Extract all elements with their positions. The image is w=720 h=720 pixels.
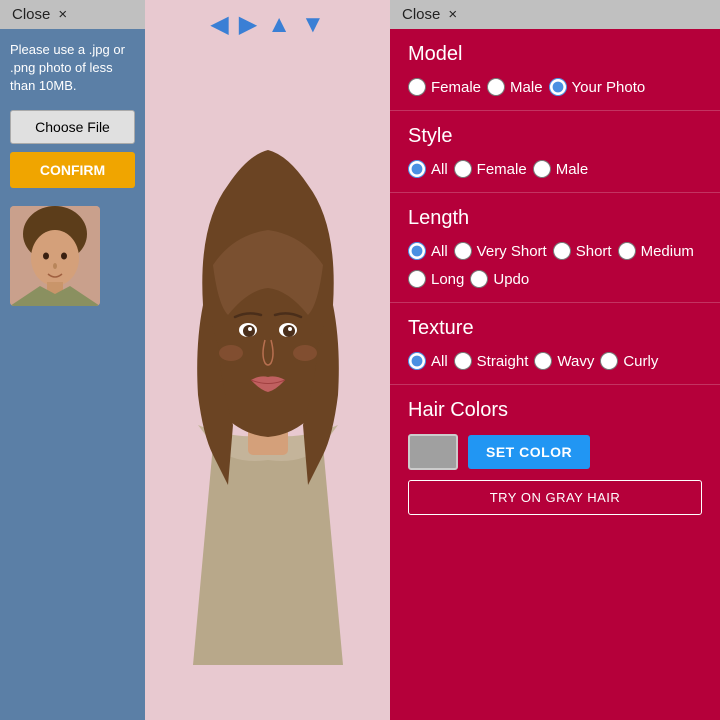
arrow-left-button[interactable]: ◀ [210, 10, 228, 39]
length-all-radio[interactable] [408, 242, 426, 260]
texture-radio-group: All Straight Wavy Curly [408, 352, 702, 370]
sidebar: Close × Please use a .jpg or .png photo … [0, 0, 145, 720]
model-female-label: Female [431, 79, 481, 96]
model-svg [153, 45, 383, 665]
style-title: Style [408, 125, 702, 148]
arrow-down-button[interactable]: ▼ [301, 11, 325, 39]
model-title: Model [408, 43, 702, 66]
length-short-label: Short [576, 243, 612, 260]
length-long-label: Long [431, 271, 464, 288]
choose-file-button[interactable]: Choose File [10, 110, 135, 144]
style-female-option[interactable]: Female [454, 160, 527, 178]
color-row: SET COLOR [408, 434, 702, 470]
texture-title: Texture [408, 317, 702, 340]
length-title: Length [408, 207, 702, 230]
color-swatch[interactable] [408, 434, 458, 470]
style-female-radio[interactable] [454, 160, 472, 178]
length-radio-group: All Very Short Short Medium Long Updo [408, 242, 702, 288]
length-long-option[interactable]: Long [408, 270, 464, 288]
center-area: ◀ ▶ ▲ ▼ [145, 0, 390, 720]
user-photo-thumbnail [10, 206, 100, 306]
style-female-label: Female [477, 161, 527, 178]
style-all-option[interactable]: All [408, 160, 448, 178]
length-updo-option[interactable]: Updo [470, 270, 529, 288]
style-section: Style All Female Male [390, 111, 720, 193]
length-medium-radio[interactable] [618, 242, 636, 260]
texture-curly-radio[interactable] [600, 352, 618, 370]
model-female-option[interactable]: Female [408, 78, 481, 96]
texture-wavy-radio[interactable] [534, 352, 552, 370]
try-gray-hair-button[interactable]: TRY ON GRAY HAIR [408, 480, 702, 515]
length-short-option[interactable]: Short [553, 242, 612, 260]
panel-close-label: Close [402, 6, 440, 23]
model-section: Model Female Male Your Photo [390, 29, 720, 111]
length-very-short-option[interactable]: Very Short [454, 242, 547, 260]
texture-all-label: All [431, 353, 448, 370]
style-male-option[interactable]: Male [533, 160, 589, 178]
up-arrow-icon: ▲ [267, 11, 291, 38]
model-radio-group: Female Male Your Photo [408, 78, 702, 96]
style-all-label: All [431, 161, 448, 178]
model-male-radio[interactable] [487, 78, 505, 96]
model-male-option[interactable]: Male [487, 78, 543, 96]
length-updo-label: Updo [493, 271, 529, 288]
model-image-area [153, 45, 383, 645]
texture-wavy-option[interactable]: Wavy [534, 352, 594, 370]
length-all-label: All [431, 243, 448, 260]
texture-curly-label: Curly [623, 353, 658, 370]
length-medium-option[interactable]: Medium [618, 242, 694, 260]
style-radio-group: All Female Male [408, 160, 702, 178]
length-medium-label: Medium [641, 243, 694, 260]
panel-close-icon: × [448, 6, 457, 23]
texture-all-option[interactable]: All [408, 352, 448, 370]
length-short-radio[interactable] [553, 242, 571, 260]
length-all-option[interactable]: All [408, 242, 448, 260]
sidebar-close-button[interactable]: Close × [0, 0, 145, 29]
arrow-up-button[interactable]: ▲ [267, 11, 291, 39]
sidebar-close-icon: × [58, 6, 67, 23]
sidebar-instruction: Please use a .jpg or .png photo of less … [0, 29, 145, 106]
texture-straight-option[interactable]: Straight [454, 352, 529, 370]
right-arrow-icon: ▶ [239, 11, 257, 38]
texture-curly-option[interactable]: Curly [600, 352, 658, 370]
confirm-button[interactable]: CONFIRM [10, 152, 135, 188]
model-your-photo-radio[interactable] [549, 78, 567, 96]
panel-close-button[interactable]: Close × [390, 0, 720, 29]
arrow-right-button[interactable]: ▶ [239, 10, 257, 39]
down-arrow-icon: ▼ [301, 11, 325, 38]
style-male-label: Male [556, 161, 589, 178]
hair-colors-title: Hair Colors [408, 399, 702, 422]
style-male-radio[interactable] [533, 160, 551, 178]
right-panel: Close × Model Female Male Your Photo Sty… [390, 0, 720, 720]
texture-straight-label: Straight [477, 353, 529, 370]
left-arrow-icon: ◀ [210, 11, 228, 38]
model-female-radio[interactable] [408, 78, 426, 96]
style-all-radio[interactable] [408, 160, 426, 178]
set-color-button[interactable]: SET COLOR [468, 435, 590, 469]
nav-arrows: ◀ ▶ ▲ ▼ [210, 0, 324, 45]
texture-straight-radio[interactable] [454, 352, 472, 370]
hair-colors-section: Hair Colors SET COLOR TRY ON GRAY HAIR [390, 385, 720, 529]
length-updo-radio[interactable] [470, 270, 488, 288]
texture-all-radio[interactable] [408, 352, 426, 370]
length-very-short-radio[interactable] [454, 242, 472, 260]
model-male-label: Male [510, 79, 543, 96]
thumbnail-image [10, 206, 100, 306]
sidebar-close-label: Close [12, 6, 50, 23]
length-very-short-label: Very Short [477, 243, 547, 260]
length-long-radio[interactable] [408, 270, 426, 288]
length-section: Length All Very Short Short Medium Long [390, 193, 720, 303]
model-your-photo-option[interactable]: Your Photo [549, 78, 646, 96]
texture-wavy-label: Wavy [557, 353, 594, 370]
model-your-photo-label: Your Photo [572, 79, 646, 96]
texture-section: Texture All Straight Wavy Curly [390, 303, 720, 385]
